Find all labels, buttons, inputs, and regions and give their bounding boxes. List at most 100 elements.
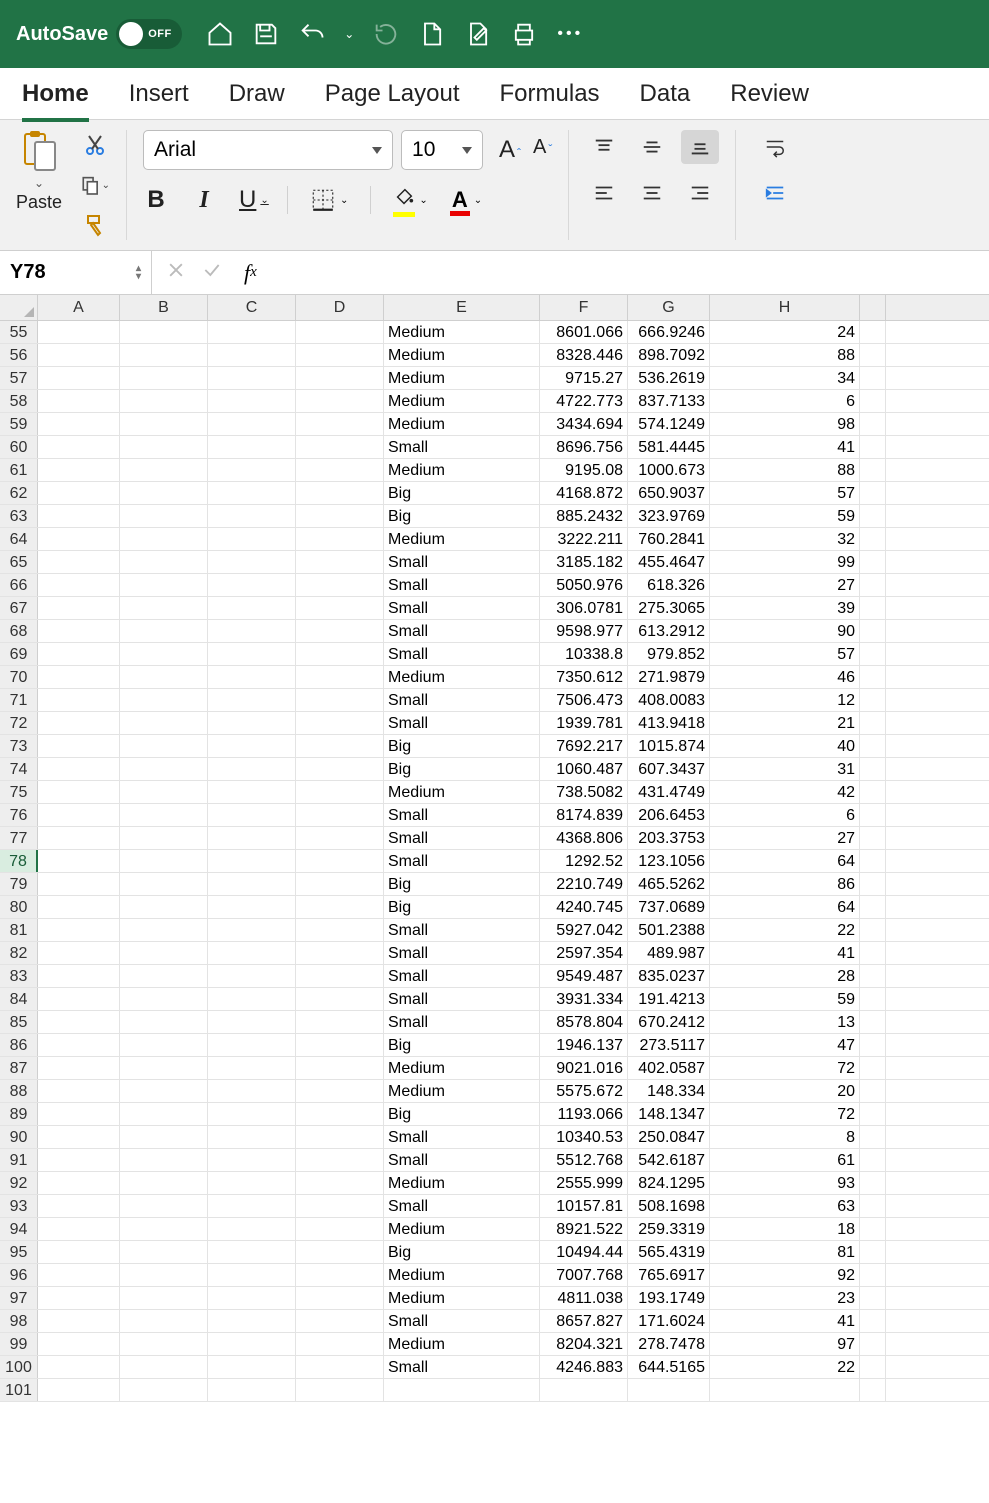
cell[interactable] <box>208 551 296 573</box>
cell[interactable] <box>38 988 120 1010</box>
tab-home[interactable]: Home <box>22 74 89 114</box>
row-head[interactable]: 70 <box>0 666 38 688</box>
cell[interactable] <box>208 1057 296 1079</box>
cell[interactable]: 7007.768 <box>540 1264 628 1286</box>
cell[interactable] <box>38 344 120 366</box>
cell[interactable] <box>296 712 384 734</box>
cell[interactable] <box>860 758 886 780</box>
cell[interactable] <box>120 574 208 596</box>
cell[interactable] <box>120 1356 208 1378</box>
cell[interactable] <box>208 827 296 849</box>
tab-formulas[interactable]: Formulas <box>500 74 600 114</box>
cell[interactable] <box>120 666 208 688</box>
cell[interactable]: 21 <box>710 712 860 734</box>
cell[interactable]: 9549.487 <box>540 965 628 987</box>
cell[interactable]: Small <box>384 804 540 826</box>
cell[interactable] <box>860 1126 886 1148</box>
cell[interactable] <box>208 804 296 826</box>
cell[interactable] <box>296 1333 384 1355</box>
cell[interactable]: 12 <box>710 689 860 711</box>
cell[interactable]: Medium <box>384 1287 540 1309</box>
save-icon[interactable] <box>252 20 280 48</box>
cell[interactable] <box>860 459 886 481</box>
cell[interactable]: Medium <box>384 1057 540 1079</box>
row-head[interactable]: 59 <box>0 413 38 435</box>
cell[interactable]: 465.5262 <box>628 873 710 895</box>
cell[interactable]: 57 <box>710 482 860 504</box>
row-head[interactable]: 88 <box>0 1080 38 1102</box>
cell[interactable] <box>860 597 886 619</box>
cell[interactable] <box>208 712 296 734</box>
cell[interactable] <box>38 528 120 550</box>
spreadsheet-grid[interactable]: ABCDEFGH 55Medium8601.066666.92462456Med… <box>0 295 989 1402</box>
undo-icon[interactable] <box>298 20 326 48</box>
cell[interactable] <box>120 781 208 803</box>
cell[interactable] <box>208 528 296 550</box>
indent-button[interactable] <box>760 176 790 210</box>
cell[interactable] <box>208 1264 296 1286</box>
cell[interactable]: 7350.612 <box>540 666 628 688</box>
row-head[interactable]: 81 <box>0 919 38 941</box>
row-head[interactable]: 100 <box>0 1356 38 1378</box>
cell[interactable] <box>860 413 886 435</box>
cell[interactable] <box>710 1379 860 1401</box>
cell[interactable]: Medium <box>384 321 540 343</box>
row-head[interactable]: 77 <box>0 827 38 849</box>
cell[interactable]: Medium <box>384 459 540 481</box>
cell[interactable] <box>38 482 120 504</box>
cell[interactable]: Medium <box>384 367 540 389</box>
cell[interactable]: Small <box>384 1011 540 1033</box>
cell[interactable] <box>296 666 384 688</box>
cell[interactable] <box>208 459 296 481</box>
cell[interactable]: 88 <box>710 344 860 366</box>
cell[interactable] <box>120 1264 208 1286</box>
row-head[interactable]: 87 <box>0 1057 38 1079</box>
cell[interactable] <box>296 344 384 366</box>
cell[interactable]: 2210.749 <box>540 873 628 895</box>
cell[interactable]: 9195.08 <box>540 459 628 481</box>
cell[interactable] <box>38 643 120 665</box>
cell[interactable]: 31 <box>710 758 860 780</box>
cell[interactable] <box>860 873 886 895</box>
cell[interactable] <box>38 1126 120 1148</box>
more-icon[interactable]: ••• <box>556 20 584 48</box>
cell[interactable] <box>38 459 120 481</box>
align-middle-button[interactable] <box>633 130 671 164</box>
cell[interactable]: 99 <box>710 551 860 573</box>
cell[interactable] <box>860 1218 886 1240</box>
col-head-H[interactable]: H <box>710 295 860 320</box>
cell[interactable]: 666.9246 <box>628 321 710 343</box>
cell[interactable]: 81 <box>710 1241 860 1263</box>
cell[interactable]: 1193.066 <box>540 1103 628 1125</box>
cell[interactable] <box>860 367 886 389</box>
cell[interactable]: Small <box>384 1149 540 1171</box>
cell[interactable]: 1000.673 <box>628 459 710 481</box>
confirm-icon[interactable] <box>202 260 222 285</box>
cell[interactable] <box>208 873 296 895</box>
col-head-F[interactable]: F <box>540 295 628 320</box>
cell[interactable] <box>296 1356 384 1378</box>
cell[interactable] <box>120 1034 208 1056</box>
tab-page-layout[interactable]: Page Layout <box>325 74 460 114</box>
cell[interactable] <box>860 1034 886 1056</box>
cell[interactable] <box>38 827 120 849</box>
cell[interactable]: 88 <box>710 459 860 481</box>
cell[interactable] <box>296 781 384 803</box>
cell[interactable] <box>296 1126 384 1148</box>
cell[interactable] <box>38 942 120 964</box>
cell[interactable]: 3185.182 <box>540 551 628 573</box>
cell[interactable] <box>38 413 120 435</box>
cell[interactable]: Medium <box>384 528 540 550</box>
cell[interactable] <box>860 919 886 941</box>
cell[interactable] <box>860 988 886 1010</box>
cell[interactable] <box>38 781 120 803</box>
cell[interactable]: Medium <box>384 666 540 688</box>
format-painter-button[interactable] <box>80 210 110 240</box>
row-head[interactable]: 74 <box>0 758 38 780</box>
cell[interactable] <box>120 1287 208 1309</box>
row-head[interactable]: 63 <box>0 505 38 527</box>
cell[interactable] <box>208 482 296 504</box>
cell[interactable] <box>208 1218 296 1240</box>
cell[interactable] <box>296 551 384 573</box>
cell[interactable] <box>860 1379 886 1401</box>
